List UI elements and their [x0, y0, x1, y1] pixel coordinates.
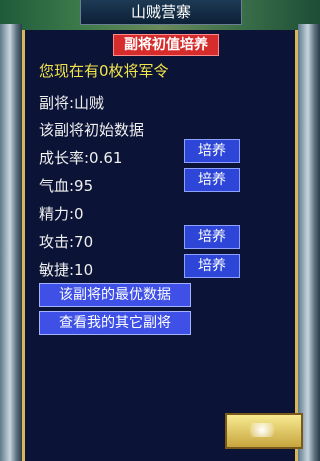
sparkle-icon — [245, 423, 279, 437]
view-other-generals-button[interactable]: 查看我的其它副将 — [39, 311, 191, 335]
window-title: 山贼营寨 — [80, 0, 242, 25]
stat-hp: 气血:95 — [39, 177, 94, 195]
stat-growth-rate: 成长率:0.61 — [39, 149, 123, 167]
best-data-button[interactable]: 该副将的最优数据 — [39, 283, 191, 307]
section-header: 副将初值培养 — [113, 34, 219, 56]
initial-data-heading: 该副将初始数据 — [39, 121, 145, 139]
train-attack-button[interactable]: 培养 — [184, 225, 240, 249]
train-hp-button[interactable]: 培养 — [184, 168, 240, 192]
stat-energy: 精力:0 — [39, 205, 84, 223]
train-growth-button[interactable]: 培养 — [184, 139, 240, 163]
token-count-text: 您现在有0枚将军令 — [39, 62, 169, 80]
general-name-text: 副将:山贼 — [39, 94, 105, 112]
gold-confirm-button[interactable] — [225, 413, 303, 449]
left-pillar — [0, 24, 22, 461]
train-agility-button[interactable]: 培养 — [184, 254, 240, 278]
stat-attack: 攻击:70 — [39, 233, 94, 251]
stat-agility: 敏捷:10 — [39, 261, 94, 279]
right-pillar — [298, 24, 320, 461]
